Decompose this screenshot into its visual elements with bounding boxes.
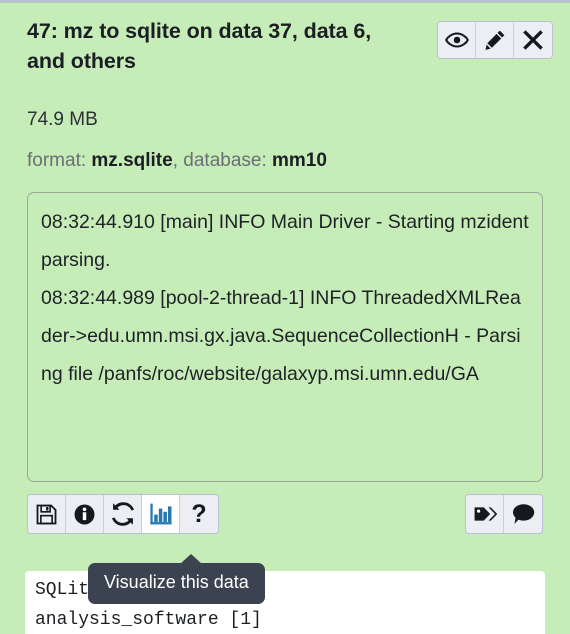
- preview-line-2: analysis_software [1]: [35, 609, 262, 630]
- dataset-meta: 74.9 MB format: mz.sqlite, database: mm1…: [0, 107, 570, 174]
- dataset-title[interactable]: 47: mz to sqlite on data 37, data 6, and…: [27, 17, 387, 76]
- refresh-icon: [111, 502, 135, 526]
- annotation-button[interactable]: [504, 495, 542, 534]
- edit-button[interactable]: [476, 22, 514, 58]
- dataset-size: 74.9 MB: [27, 109, 98, 130]
- dataset-header: 47: mz to sqlite on data 37, data 6, and…: [0, 3, 570, 95]
- eye-icon: [444, 28, 469, 52]
- database-value: mm10: [272, 149, 327, 171]
- display-button[interactable]: [438, 22, 476, 58]
- delete-button[interactable]: [514, 22, 552, 58]
- rerun-button[interactable]: [104, 495, 142, 534]
- visualize-tooltip: Visualize this data: [88, 554, 265, 604]
- question-mark-icon: ?: [191, 499, 207, 528]
- info-circle-icon: [73, 503, 96, 526]
- dataset-title-button-group: [437, 21, 553, 59]
- dataset-actions-toolbar: ?: [27, 494, 543, 535]
- dataset-secondary-action-group: [465, 494, 543, 535]
- dataset-primary-action-group: ?: [27, 494, 219, 535]
- dataset-format-line: format: mz.sqlite, database: mm10: [27, 148, 543, 175]
- dataset-job-log-box: 08:32:44.910 [main] INFO Main Driver - S…: [27, 192, 543, 483]
- tags-button[interactable]: [466, 495, 504, 534]
- dataset-details-button[interactable]: [66, 495, 104, 534]
- database-label: , database:: [172, 149, 273, 171]
- visualize-button[interactable]: [142, 495, 180, 534]
- format-value: mz.sqlite: [91, 149, 173, 171]
- bar-chart-icon: [149, 502, 173, 526]
- close-x-icon: [521, 28, 545, 52]
- dataset-panel: 47: mz to sqlite on data 37, data 6, and…: [0, 0, 570, 634]
- save-download-button[interactable]: [28, 495, 66, 534]
- tooltip-text: Visualize this data: [104, 572, 249, 592]
- floppy-disk-icon: [35, 503, 58, 526]
- comment-icon: [511, 502, 535, 526]
- tooltip-arrow-icon: [180, 554, 202, 564]
- tag-icon: [473, 502, 497, 526]
- format-label: format:: [27, 149, 92, 171]
- help-button[interactable]: ?: [180, 495, 218, 534]
- pencil-icon: [483, 28, 507, 52]
- dataset-job-log-text: 08:32:44.910 [main] INFO Main Driver - S…: [41, 211, 529, 386]
